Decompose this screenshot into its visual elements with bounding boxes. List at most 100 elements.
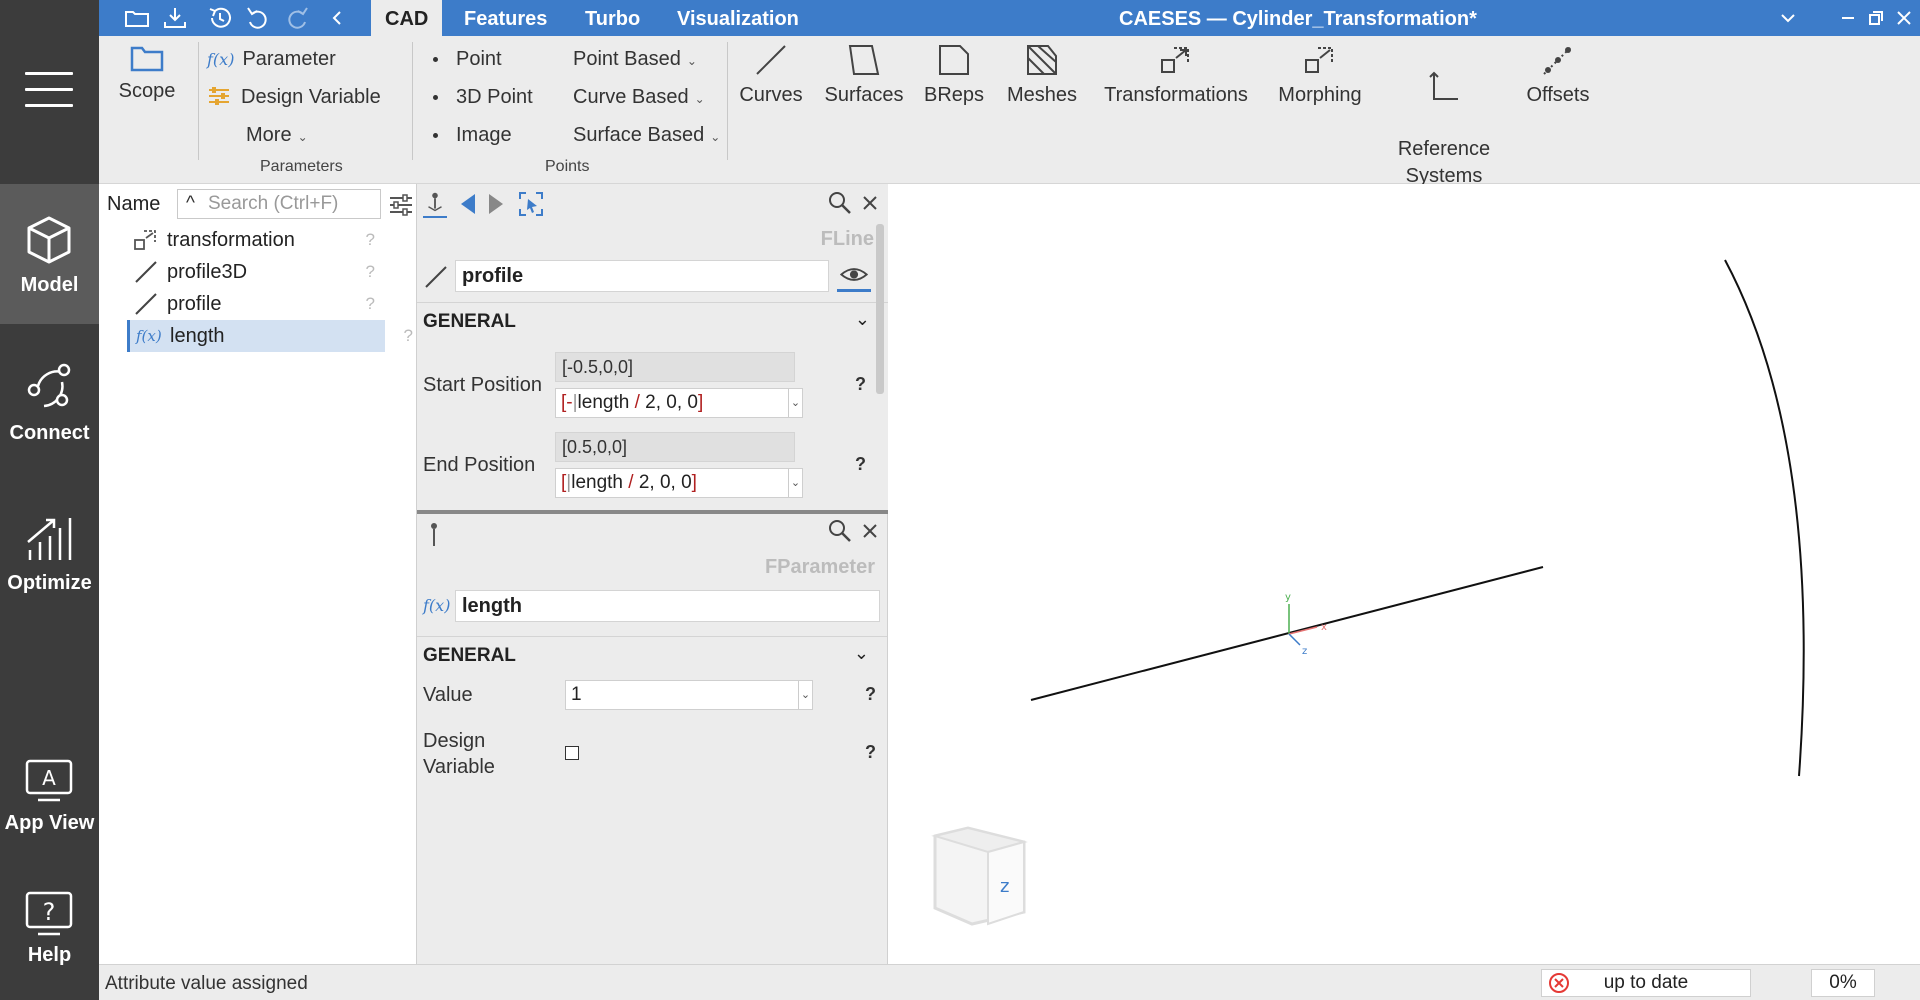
chevron-up-icon[interactable]: ^	[186, 190, 195, 218]
tree-item-transformation[interactable]: transformation ?	[127, 224, 385, 256]
curves-button[interactable]: Curves	[735, 42, 807, 109]
expr-op: /	[629, 392, 646, 413]
pin-icon[interactable]	[423, 520, 445, 550]
help-icon[interactable]: ?	[366, 288, 375, 320]
start-position-expression[interactable]: [-|length / 2, 0, 0] ⌄	[555, 388, 803, 418]
app-view-icon: A	[25, 759, 73, 802]
surfaces-button[interactable]: Surfaces	[821, 42, 907, 109]
nav-optimize[interactable]: Optimize	[0, 490, 99, 630]
expr-op: /	[623, 472, 639, 493]
nav-help[interactable]: ? Help	[0, 872, 99, 1000]
scope-button[interactable]: Scope	[113, 42, 181, 105]
general-section-header[interactable]: GENERAL ⌄	[417, 302, 888, 340]
parameter-button[interactable]: f(x) Parameter	[207, 48, 336, 71]
help-icon[interactable]: ?	[366, 256, 375, 288]
menu-icon[interactable]	[25, 72, 73, 112]
end-position-expression[interactable]: [|length / 2, 0, 0] ⌄	[555, 468, 803, 498]
help-icon[interactable]: ?	[855, 374, 866, 395]
mesh-icon	[1027, 45, 1057, 75]
offsets-button[interactable]: Offsets	[1511, 42, 1605, 109]
dropdown-arrow-icon[interactable]: ⌄	[798, 681, 812, 709]
properties-panel-fparameter: FParameter f(x) length GENERAL ⌄ Value 1…	[417, 514, 888, 964]
chevron-down-icon[interactable]: ⌄	[854, 643, 869, 664]
nav-model[interactable]: Model	[0, 184, 99, 324]
object-name-field[interactable]: length	[455, 590, 880, 622]
general-section-header[interactable]: GENERAL ⌄	[417, 636, 887, 674]
redo-icon[interactable]	[283, 4, 311, 32]
filter-settings-icon[interactable]	[389, 194, 413, 216]
help-icon[interactable]: ?	[865, 684, 876, 705]
meshes-button[interactable]: Meshes	[1005, 42, 1079, 109]
properties-scrollbar[interactable]	[876, 224, 884, 394]
viewport-canvas[interactable]: y x z z	[888, 184, 1920, 964]
status-message: Attribute value assigned	[105, 973, 308, 994]
properties-toolbar	[417, 184, 888, 222]
surface-based-button[interactable]: Surface Based ⌄	[573, 124, 720, 147]
close-icon[interactable]	[861, 522, 879, 540]
design-variable-button[interactable]: Design Variable	[207, 86, 381, 109]
eye-icon[interactable]	[837, 260, 871, 292]
image-button[interactable]: Image	[433, 124, 512, 147]
tree-item-profile3d[interactable]: profile3D ?	[127, 256, 385, 288]
left-nav: Model Connect Optimize A App View ? Help	[0, 0, 99, 1000]
arc-curve[interactable]	[1724, 259, 1805, 777]
3d-viewport[interactable]: y x z z	[888, 184, 1920, 964]
profile-curve[interactable]	[1030, 566, 1544, 701]
value-field[interactable]: 1 ⌄	[565, 680, 813, 710]
reference-systems-button[interactable]: Reference Systems	[1389, 42, 1499, 190]
point-based-button[interactable]: Point Based ⌄	[573, 48, 697, 71]
brep-icon	[939, 45, 969, 75]
close-icon[interactable]	[1895, 9, 1913, 27]
more-button[interactable]: More ⌄	[246, 124, 308, 147]
breps-label: BReps	[923, 84, 985, 106]
update-state-box[interactable]: up to date	[1541, 969, 1751, 997]
nav-app-view[interactable]: A App View	[0, 740, 99, 880]
help-icon[interactable]: ?	[855, 454, 866, 475]
object-tree-panel: Name ^ Search (Ctrl+F) transformation ? …	[99, 184, 417, 964]
pin-icon[interactable]	[423, 190, 447, 218]
search-icon[interactable]	[827, 190, 853, 216]
breps-button[interactable]: BReps	[921, 42, 987, 109]
search-icon[interactable]	[827, 518, 853, 544]
curve-icon	[756, 45, 786, 75]
curve-based-button[interactable]: Curve Based ⌄	[573, 86, 705, 109]
chevron-down-icon: ⌄	[686, 54, 697, 68]
start-position-label: Start Position	[423, 374, 542, 396]
restore-icon[interactable]	[1867, 9, 1885, 27]
minimize-icon[interactable]	[1839, 9, 1857, 27]
dropdown-arrow-icon[interactable]: ⌄	[788, 469, 802, 497]
tab-cad[interactable]: CAD	[371, 0, 443, 36]
expr-open: [-	[561, 392, 573, 413]
chevron-down-icon[interactable]: ⌄	[855, 309, 870, 330]
point-button[interactable]: Point	[433, 48, 502, 71]
chevron-down-icon[interactable]	[1779, 9, 1797, 27]
select-target-icon[interactable]	[517, 190, 545, 218]
tree-search-input[interactable]: ^ Search (Ctrl+F)	[177, 189, 381, 219]
history-icon[interactable]	[206, 4, 234, 32]
help-icon[interactable]: ?	[366, 224, 375, 256]
tree-item-length[interactable]: f(x) length ?	[127, 320, 413, 352]
morphing-button[interactable]: Morphing	[1273, 42, 1367, 109]
tree-item-profile[interactable]: profile ?	[127, 288, 385, 320]
name-column-header[interactable]: Name	[107, 193, 160, 216]
dropdown-arrow-icon[interactable]: ⌄	[788, 389, 802, 417]
open-folder-icon[interactable]	[123, 4, 151, 32]
object-name-field[interactable]: profile	[455, 260, 829, 292]
tab-features[interactable]: Features	[464, 0, 547, 36]
chevron-left-icon[interactable]	[323, 4, 351, 32]
tab-turbo[interactable]: Turbo	[585, 0, 640, 36]
tab-visualization[interactable]: Visualization	[677, 0, 799, 36]
transformations-button[interactable]: Transformations	[1099, 42, 1253, 109]
nav-help-label: Help	[27, 944, 72, 966]
undo-icon[interactable]	[244, 4, 272, 32]
nav-connect[interactable]: Connect	[0, 340, 99, 480]
view-cube[interactable]: z	[931, 826, 1028, 926]
help-icon[interactable]: ?	[404, 320, 413, 352]
save-icon[interactable]	[161, 4, 189, 32]
design-variable-checkbox[interactable]	[565, 746, 579, 760]
forward-arrow-icon[interactable]	[485, 192, 507, 216]
back-arrow-icon[interactable]	[457, 192, 479, 216]
help-icon[interactable]: ?	[865, 742, 876, 763]
close-icon[interactable]	[861, 194, 879, 212]
3d-point-button[interactable]: 3D Point	[433, 86, 533, 109]
